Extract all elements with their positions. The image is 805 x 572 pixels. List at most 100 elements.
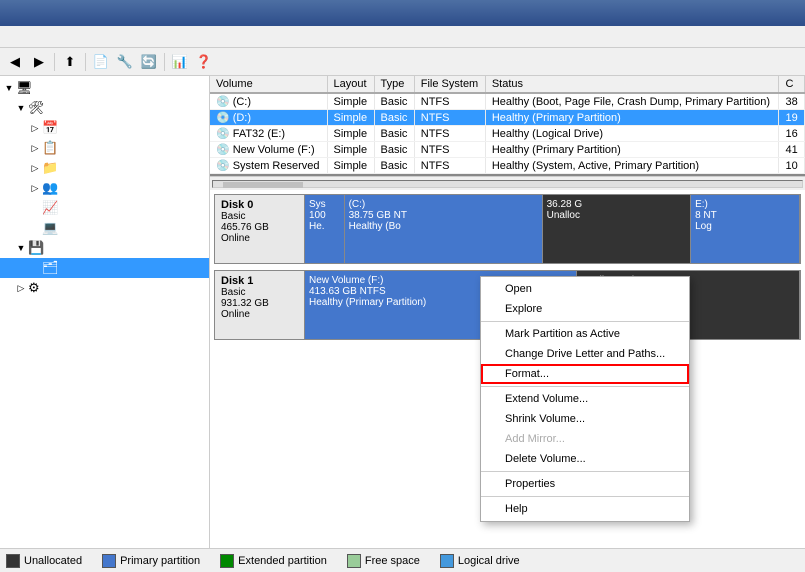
cell-type: Basic bbox=[374, 126, 414, 142]
context-menu-item-format[interactable]: Format... bbox=[481, 364, 689, 384]
horiz-scrollbar[interactable] bbox=[210, 176, 805, 190]
cell-type: Basic bbox=[374, 110, 414, 126]
col-status[interactable]: Status bbox=[485, 76, 779, 93]
disk-status: Online bbox=[221, 233, 298, 244]
disk-size: 931.32 GB bbox=[221, 298, 298, 309]
root-arrow[interactable]: ▼ bbox=[2, 81, 16, 95]
perf-arrow[interactable] bbox=[28, 201, 42, 215]
table-row[interactable]: 💿(D:) Simple Basic NTFS Healthy (Primary… bbox=[210, 110, 805, 126]
ts-arrow[interactable]: ▷ bbox=[28, 121, 42, 135]
cell-fs: NTFS bbox=[414, 110, 485, 126]
table-row[interactable]: 💿New Volume (F:) Simple Basic NTFS Healt… bbox=[210, 142, 805, 158]
context-menu-item-help[interactable]: Help bbox=[481, 499, 689, 519]
disk-size: 465.76 GB bbox=[221, 222, 298, 233]
cell-fs: NTFS bbox=[414, 142, 485, 158]
lu-arrow[interactable]: ▷ bbox=[28, 181, 42, 195]
legend-color-free bbox=[347, 554, 361, 568]
disk-table: Volume Layout Type File System Status C … bbox=[210, 76, 805, 174]
sidebar-item-shared-folders[interactable]: ▷ 📁 bbox=[0, 158, 209, 178]
title-bar bbox=[0, 0, 805, 26]
context-menu-item-delete[interactable]: Delete Volume... bbox=[481, 449, 689, 469]
partition-label-line: 38.75 GB NT bbox=[349, 210, 538, 221]
cell-layout: Simple bbox=[327, 158, 374, 174]
dm-icon: 💻 bbox=[42, 220, 58, 236]
menu-file[interactable] bbox=[4, 28, 20, 45]
properties-button[interactable]: 🔧 bbox=[114, 51, 136, 73]
root-icon: 🖥 bbox=[16, 80, 33, 96]
menu-action[interactable] bbox=[24, 28, 40, 45]
dm-arrow[interactable] bbox=[28, 221, 42, 235]
cell-layout: Simple bbox=[327, 110, 374, 126]
disk-table-container[interactable]: Volume Layout Type File System Status C … bbox=[210, 76, 805, 176]
col-type[interactable]: Type bbox=[374, 76, 414, 93]
disk-mgmt-arrow[interactable] bbox=[28, 261, 42, 275]
disk-mgmt-icon: 🗂 bbox=[42, 260, 59, 276]
disk-label: Disk 1 Basic 931.32 GB Online bbox=[215, 271, 305, 339]
legend-item-unallocated: Unallocated bbox=[6, 554, 82, 568]
context-menu-item-add-mirror: Add Mirror... bbox=[481, 429, 689, 449]
menu-help[interactable] bbox=[64, 28, 80, 45]
ts-icon: 📅 bbox=[42, 120, 58, 136]
ev-arrow[interactable]: ▷ bbox=[28, 141, 42, 155]
col-layout[interactable]: Layout bbox=[327, 76, 374, 93]
context-menu-item-mark-active[interactable]: Mark Partition as Active bbox=[481, 324, 689, 344]
sidebar-item-local-users[interactable]: ▷ 👥 bbox=[0, 178, 209, 198]
perf-icon: 📈 bbox=[42, 200, 58, 216]
legend-label-primary: Primary partition bbox=[120, 555, 200, 567]
legend-label-unallocated: Unallocated bbox=[24, 555, 82, 567]
svc-arrow[interactable]: ▷ bbox=[14, 281, 28, 295]
sf-arrow[interactable]: ▷ bbox=[28, 161, 42, 175]
sidebar-item-event-viewer[interactable]: ▷ 📋 bbox=[0, 138, 209, 158]
export-button[interactable]: 📊 bbox=[169, 51, 191, 73]
cell-fs: NTFS bbox=[414, 158, 485, 174]
content-area: Volume Layout Type File System Status C … bbox=[210, 76, 805, 548]
cell-status: Healthy (Primary Partition) bbox=[485, 142, 779, 158]
context-menu-item-explore[interactable]: Explore bbox=[481, 299, 689, 319]
sidebar-item-disk-management[interactable]: 🗂 bbox=[0, 258, 209, 278]
sidebar-item-storage[interactable]: ▼ 💾 bbox=[0, 238, 209, 258]
col-volume[interactable]: Volume bbox=[210, 76, 327, 93]
partition-block[interactable]: E:)8 NTLog bbox=[691, 195, 800, 263]
col-fs[interactable]: File System bbox=[414, 76, 485, 93]
disk-type: Basic bbox=[221, 287, 298, 298]
stor-arrow[interactable]: ▼ bbox=[14, 241, 28, 255]
context-menu-item-open[interactable]: Open bbox=[481, 279, 689, 299]
sidebar-item-device-manager[interactable]: 💻 bbox=[0, 218, 209, 238]
context-menu-item-change-drive[interactable]: Change Drive Letter and Paths... bbox=[481, 344, 689, 364]
table-row[interactable]: 💿System Reserved Simple Basic NTFS Healt… bbox=[210, 158, 805, 174]
lu-icon: 👥 bbox=[42, 180, 58, 196]
context-menu-item-properties[interactable]: Properties bbox=[481, 474, 689, 494]
context-menu-item-shrink[interactable]: Shrink Volume... bbox=[481, 409, 689, 429]
partition-label-line: Unalloc bbox=[547, 210, 687, 221]
table-row[interactable]: 💿FAT32 (E:) Simple Basic NTFS Healthy (L… bbox=[210, 126, 805, 142]
col-cap[interactable]: C bbox=[779, 76, 805, 93]
partition-block[interactable]: 36.28 GUnalloc bbox=[543, 195, 692, 263]
partition-block[interactable]: Sys100He. bbox=[305, 195, 345, 263]
menu-view[interactable] bbox=[44, 28, 60, 45]
table-row[interactable]: 💿(C:) Simple Basic NTFS Healthy (Boot, P… bbox=[210, 93, 805, 110]
cell-cap: 16 bbox=[779, 126, 805, 142]
help-button[interactable]: ❓ bbox=[193, 51, 215, 73]
partition-label-line: 36.28 G bbox=[547, 199, 687, 210]
up-button[interactable]: ⬆ bbox=[59, 51, 81, 73]
partition-block[interactable]: (C:)38.75 GB NTHealthy (Bo bbox=[345, 195, 543, 263]
partition-label-line: Log bbox=[695, 221, 795, 232]
refresh-button[interactable]: 🔄 bbox=[138, 51, 160, 73]
toolbar-sep-2 bbox=[85, 53, 86, 71]
sidebar-root[interactable]: ▼ 🖥 bbox=[0, 78, 209, 98]
cell-fs: NTFS bbox=[414, 93, 485, 110]
show-hide-button[interactable]: 📄 bbox=[90, 51, 112, 73]
sidebar-item-task-scheduler[interactable]: ▷ 📅 bbox=[0, 118, 209, 138]
forward-button[interactable]: ▶ bbox=[28, 51, 50, 73]
sidebar-item-performance[interactable]: 📈 bbox=[0, 198, 209, 218]
cell-cap: 19 bbox=[779, 110, 805, 126]
sys-tools-arrow[interactable]: ▼ bbox=[14, 101, 28, 115]
back-button[interactable]: ◀ bbox=[4, 51, 26, 73]
sidebar-item-system-tools[interactable]: ▼ 🛠 bbox=[0, 98, 209, 118]
context-menu-item-extend[interactable]: Extend Volume... bbox=[481, 389, 689, 409]
disk-name: Disk 0 bbox=[221, 199, 298, 211]
cell-fs: NTFS bbox=[414, 126, 485, 142]
sidebar-item-services-apps[interactable]: ▷ ⚙ bbox=[0, 278, 209, 298]
cell-status: Healthy (Primary Partition) bbox=[485, 110, 779, 126]
context-menu: OpenExplore Mark Partition as ActiveChang… bbox=[480, 276, 690, 522]
